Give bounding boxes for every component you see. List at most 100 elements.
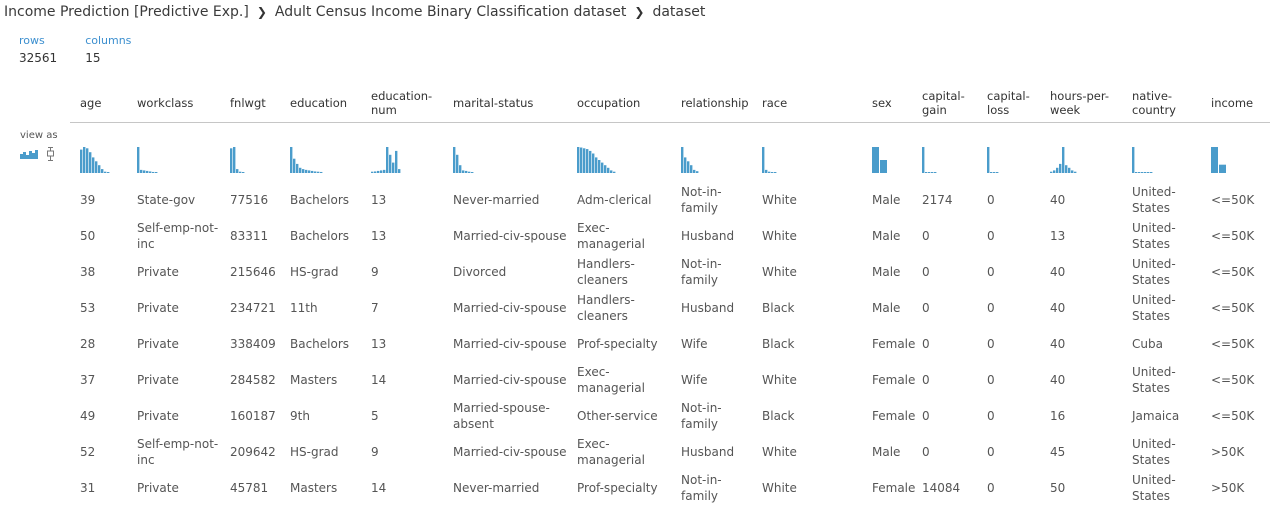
cell-race: White	[762, 373, 797, 387]
histogram-chart	[1211, 147, 1226, 173]
histogram-bar	[453, 147, 456, 173]
histogram-bar	[583, 148, 586, 173]
histogram-bar	[990, 172, 993, 173]
column-header-education[interactable]: education	[280, 84, 361, 123]
histogram-bar	[299, 167, 302, 173]
column-header-workclass[interactable]: workclass	[127, 84, 220, 123]
cell-marital-status: Married-civ-spouse	[453, 445, 567, 459]
cell-hours-per-week: 40	[1050, 265, 1066, 279]
column-header-education-num[interactable]: education-num	[361, 84, 443, 123]
breadcrumb-dataset-module[interactable]: Adult Census Income Binary Classificatio…	[275, 4, 627, 20]
histogram-bar	[1144, 172, 1147, 173]
cell-education: Bachelors	[290, 337, 350, 351]
cell-education-num: 5	[371, 409, 379, 423]
cell-fnlwgt: 284582	[230, 373, 276, 387]
cell-relationship: Wife	[681, 337, 708, 351]
cell-native-country: United-States	[1132, 365, 1176, 395]
histogram-bar	[143, 170, 146, 173]
histogram-bar	[398, 169, 401, 173]
cell-marital-status: Married-civ-spouse	[453, 337, 567, 351]
histogram-bar	[996, 172, 999, 173]
histogram-bar	[771, 172, 774, 173]
cell-hours-per-week: 50	[1050, 481, 1066, 495]
cell-income: <=50K	[1211, 193, 1255, 207]
cell-capital-gain: 0	[922, 265, 930, 279]
histogram-cell[interactable]	[1122, 123, 1201, 183]
cell-marital-status: Divorced	[453, 265, 507, 279]
column-header-capital-gain[interactable]: capital-gain	[912, 84, 977, 123]
cell-capital-gain: 2174	[922, 193, 953, 207]
column-header-occupation[interactable]: occupation	[567, 84, 671, 123]
column-header-capital-loss[interactable]: capital-loss	[977, 84, 1040, 123]
histogram-cell[interactable]	[280, 123, 361, 183]
cell-relationship: Not-in-family	[681, 401, 722, 431]
histogram-cell[interactable]	[977, 123, 1040, 183]
column-header-relationship[interactable]: relationship	[671, 84, 752, 123]
histogram-bar	[395, 150, 398, 173]
histogram-bar	[1147, 172, 1150, 173]
histogram-bar	[140, 169, 143, 173]
histogram-bar	[137, 147, 140, 173]
column-header-native-country[interactable]: native-country	[1122, 84, 1201, 123]
cell-sex: Male	[872, 193, 901, 207]
breadcrumb-experiment[interactable]: Income Prediction [Predictive Exp.]	[4, 4, 249, 20]
histogram-cell[interactable]	[70, 123, 127, 183]
histogram-cell[interactable]	[443, 123, 567, 183]
cell-race: White	[762, 193, 797, 207]
column-header-hours-per-week[interactable]: hours-per-week	[1040, 84, 1122, 123]
cell-capital-loss: 0	[987, 265, 995, 279]
histogram-cell[interactable]	[862, 123, 912, 183]
column-header-sex[interactable]: sex	[862, 84, 912, 123]
cell-capital-gain: 0	[922, 409, 930, 423]
histogram-chart	[577, 147, 616, 173]
cell-age: 31	[80, 481, 96, 495]
histogram-icon[interactable]	[20, 149, 38, 159]
histogram-cell[interactable]	[127, 123, 220, 183]
table-row: 38 Private 215646 HS-grad 9 Divorced Handlers-…	[70, 254, 1270, 290]
cell-native-country: United-States	[1132, 257, 1176, 287]
histogram-chart	[80, 147, 110, 173]
histogram-cell[interactable]	[1040, 123, 1122, 183]
histogram-chart	[987, 147, 999, 173]
cell-income: <=50K	[1211, 265, 1255, 279]
column-header-income[interactable]: income	[1201, 84, 1270, 123]
histogram-chart	[1132, 147, 1153, 173]
column-header-race[interactable]: race	[752, 84, 862, 123]
column-header-fnlwgt[interactable]: fnlwgt	[220, 84, 280, 123]
breadcrumb-dataset-port: dataset	[652, 4, 706, 20]
histogram-cell[interactable]	[912, 123, 977, 183]
histogram-cell[interactable]	[671, 123, 752, 183]
histogram-bar	[601, 162, 604, 173]
column-header-marital-status[interactable]: marital-status	[443, 84, 567, 123]
boxplot-icon[interactable]	[46, 147, 55, 161]
histogram-cell[interactable]	[1201, 123, 1270, 183]
histogram-bar	[580, 147, 583, 173]
histogram-row	[70, 123, 1270, 183]
cell-native-country: United-States	[1132, 473, 1176, 503]
cell-relationship: Husband	[681, 445, 735, 459]
histogram-cell[interactable]	[220, 123, 280, 183]
column-header-age[interactable]: age	[70, 84, 127, 123]
histogram-bar	[462, 170, 465, 173]
histogram-bar	[293, 158, 296, 173]
cell-race: Black	[762, 337, 795, 351]
chevron-right-icon: ❯	[256, 5, 267, 19]
histogram-bar	[101, 169, 104, 173]
histogram-bar	[610, 170, 613, 173]
histogram-bar	[377, 170, 380, 173]
cell-fnlwgt: 77516	[230, 193, 269, 207]
cell-race: Black	[762, 301, 795, 315]
cell-native-country: United-States	[1132, 221, 1176, 251]
histogram-bar	[1138, 172, 1141, 173]
cell-education: Masters	[290, 481, 338, 495]
histogram-bar	[1135, 172, 1138, 173]
histogram-cell[interactable]	[567, 123, 671, 183]
histogram-bar	[149, 171, 152, 173]
dataset-table: age workclass fnlwgt education education-num…	[70, 84, 1270, 506]
cell-capital-gain: 0	[922, 373, 930, 387]
cell-fnlwgt: 83311	[230, 229, 269, 243]
cell-education: 11th	[290, 301, 318, 315]
histogram-cell[interactable]	[361, 123, 443, 183]
cell-occupation: Handlers-cleaners	[577, 257, 635, 287]
histogram-cell[interactable]	[752, 123, 862, 183]
